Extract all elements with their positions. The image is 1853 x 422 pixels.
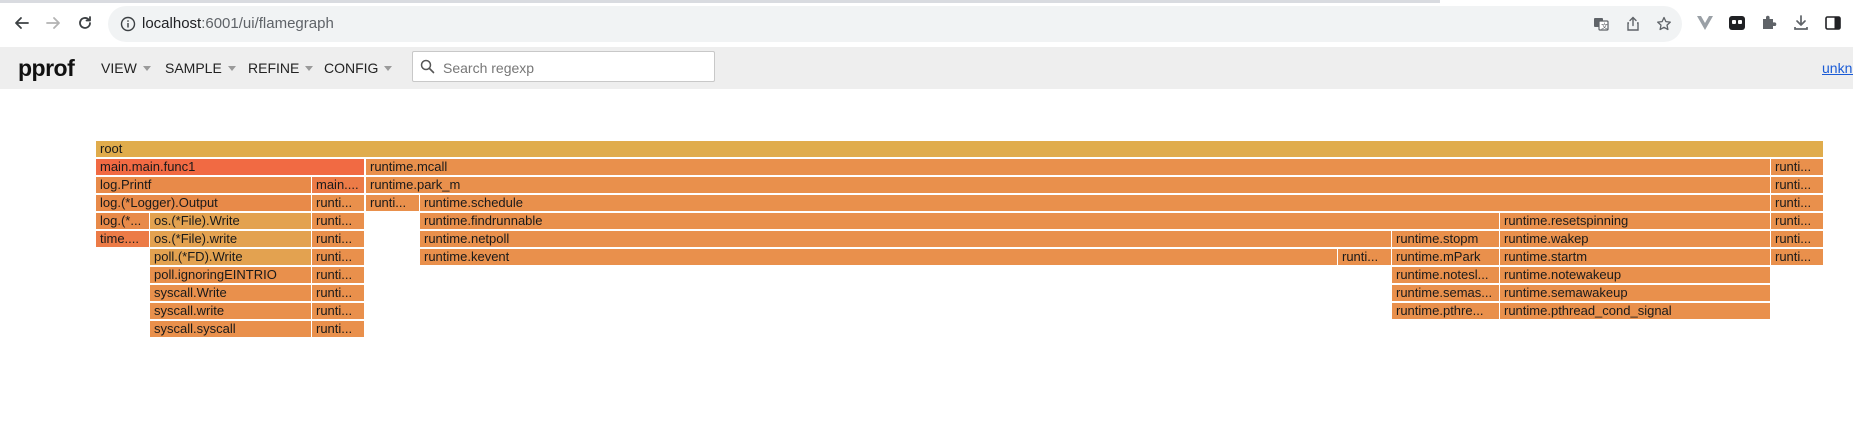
flame-frame[interactable]: runtime.resetspinning	[1500, 213, 1771, 230]
flame-frame[interactable]: runti...	[366, 195, 420, 212]
url-path: :6001/ui/flamegraph	[201, 15, 334, 32]
flame-frame[interactable]: log.Printf	[96, 177, 312, 194]
share-icon[interactable]	[1624, 15, 1642, 33]
flame-frame[interactable]: runti...	[1771, 177, 1824, 194]
forward-button[interactable]	[42, 12, 64, 34]
flame-frame[interactable]: runtime.park_m	[366, 177, 1771, 194]
back-button[interactable]	[11, 12, 33, 34]
flame-frame[interactable]: runti...	[312, 249, 365, 266]
flame-frame[interactable]: runti...	[312, 213, 365, 230]
flame-frame[interactable]: runtime.pthre...	[1392, 303, 1500, 320]
svg-text:文: 文	[1601, 22, 1608, 31]
flame-frame[interactable]: runtime.semawakeup	[1500, 285, 1771, 302]
flame-frame[interactable]: poll.(*FD).Write	[150, 249, 312, 266]
flame-frame[interactable]: runti...	[312, 231, 365, 248]
arrow-right-icon	[46, 17, 60, 29]
flame-frame[interactable]: runti...	[312, 303, 365, 320]
address-bar[interactable]: localhost:6001/ui/flamegraph 文	[108, 6, 1682, 42]
flame-frame[interactable]: runtime.startm	[1500, 249, 1771, 266]
flame-frame[interactable]: time....	[96, 231, 150, 248]
flame-frame[interactable]: poll.ignoringEINTRIO	[150, 267, 312, 284]
flame-frame[interactable]: runtime.findrunnable	[420, 213, 1500, 230]
flame-frame[interactable]: runti...	[312, 285, 365, 302]
flame-frame[interactable]: runtime.semas...	[1392, 285, 1500, 302]
flame-frame[interactable]: log.(*Logger).Output	[96, 195, 312, 212]
flame-frame[interactable]: syscall.Write	[150, 285, 312, 302]
url-host: localhost	[142, 15, 202, 32]
flame-frame[interactable]: syscall.syscall	[150, 321, 312, 338]
flame-frame[interactable]: runti...	[1771, 195, 1824, 212]
flame-frame[interactable]: runti...	[312, 321, 365, 338]
extensions-puzzle-icon[interactable]	[1759, 13, 1779, 33]
translate-icon[interactable]: 文	[1592, 15, 1610, 33]
menu-view-label: VIEW	[101, 60, 137, 76]
flame-frame[interactable]: runti...	[1338, 249, 1392, 266]
menu-sample[interactable]: SAMPLE	[165, 60, 236, 76]
user-link[interactable]: unknown	[1822, 60, 1853, 76]
menu-refine[interactable]: REFINE	[248, 60, 314, 76]
menu-view[interactable]: VIEW	[101, 60, 151, 76]
menu-config[interactable]: CONFIG	[324, 60, 393, 76]
flame-frame[interactable]: runtime.wakep	[1500, 231, 1771, 248]
flame-frame[interactable]: runtime.mPark	[1392, 249, 1500, 266]
menu-refine-label: REFINE	[248, 60, 300, 76]
flame-frame[interactable]: main.main.func1	[96, 159, 365, 176]
caret-down-icon	[305, 66, 314, 71]
side-panel-icon[interactable]	[1823, 13, 1843, 33]
flame-frame[interactable]: runti...	[1771, 249, 1824, 266]
search-box[interactable]	[412, 51, 715, 82]
flame-frame[interactable]: runtime.notesl...	[1392, 267, 1500, 284]
flame-frame[interactable]: runti...	[312, 195, 365, 212]
page-load-indicator	[0, 0, 1440, 3]
caret-down-icon	[142, 66, 151, 71]
flame-frame[interactable]: syscall.write	[150, 303, 312, 320]
reload-button[interactable]	[74, 12, 96, 34]
flame-frame[interactable]: root	[96, 141, 1824, 158]
flame-frame[interactable]: runtime.stopm	[1392, 231, 1500, 248]
flame-frame[interactable]: runti...	[1771, 159, 1824, 176]
flame-frame[interactable]: runti...	[1771, 231, 1824, 248]
app-header: pprof VIEW SAMPLE REFINE CONFIG unknown	[0, 47, 1853, 89]
flame-frame[interactable]: os.(*File).write	[150, 231, 312, 248]
flame-frame[interactable]: os.(*File).Write	[150, 213, 312, 230]
caret-down-icon	[227, 66, 236, 71]
download-icon[interactable]	[1791, 13, 1811, 33]
flame-frame[interactable]: runtime.netpoll	[420, 231, 1392, 248]
vue-devtools-icon[interactable]	[1695, 13, 1715, 33]
flame-frame[interactable]: runtime.notewakeup	[1500, 267, 1771, 284]
pprof-logo[interactable]: pprof	[18, 55, 75, 82]
site-info-icon[interactable]	[120, 16, 136, 37]
bookmark-star-icon[interactable]	[1655, 15, 1673, 33]
reload-icon	[79, 16, 91, 29]
flame-frame[interactable]: runtime.kevent	[420, 249, 1338, 266]
url-text[interactable]: localhost:6001/ui/flamegraph	[142, 15, 334, 32]
caret-down-icon	[384, 66, 393, 71]
menu-config-label: CONFIG	[324, 60, 379, 76]
extension-app-icon[interactable]	[1727, 13, 1747, 33]
flame-frame[interactable]: main....	[312, 177, 365, 194]
flame-frame[interactable]: runtime.pthread_cond_signal	[1500, 303, 1771, 320]
flame-frame[interactable]: runti...	[1771, 213, 1824, 230]
search-icon	[420, 59, 435, 79]
flame-frame[interactable]: runtime.mcall	[366, 159, 1771, 176]
flame-frame[interactable]: runtime.schedule	[420, 195, 1771, 212]
browser-toolbar: localhost:6001/ui/flamegraph 文	[0, 0, 1853, 48]
arrow-left-icon	[15, 17, 29, 29]
flame-graph: root main.main.func1 runtime.mcall runti...…	[0, 89, 1853, 422]
search-input[interactable]	[441, 57, 705, 78]
flame-frame[interactable]: runti...	[312, 267, 365, 284]
menu-sample-label: SAMPLE	[165, 60, 222, 76]
flame-frame[interactable]: log.(*...	[96, 213, 150, 230]
